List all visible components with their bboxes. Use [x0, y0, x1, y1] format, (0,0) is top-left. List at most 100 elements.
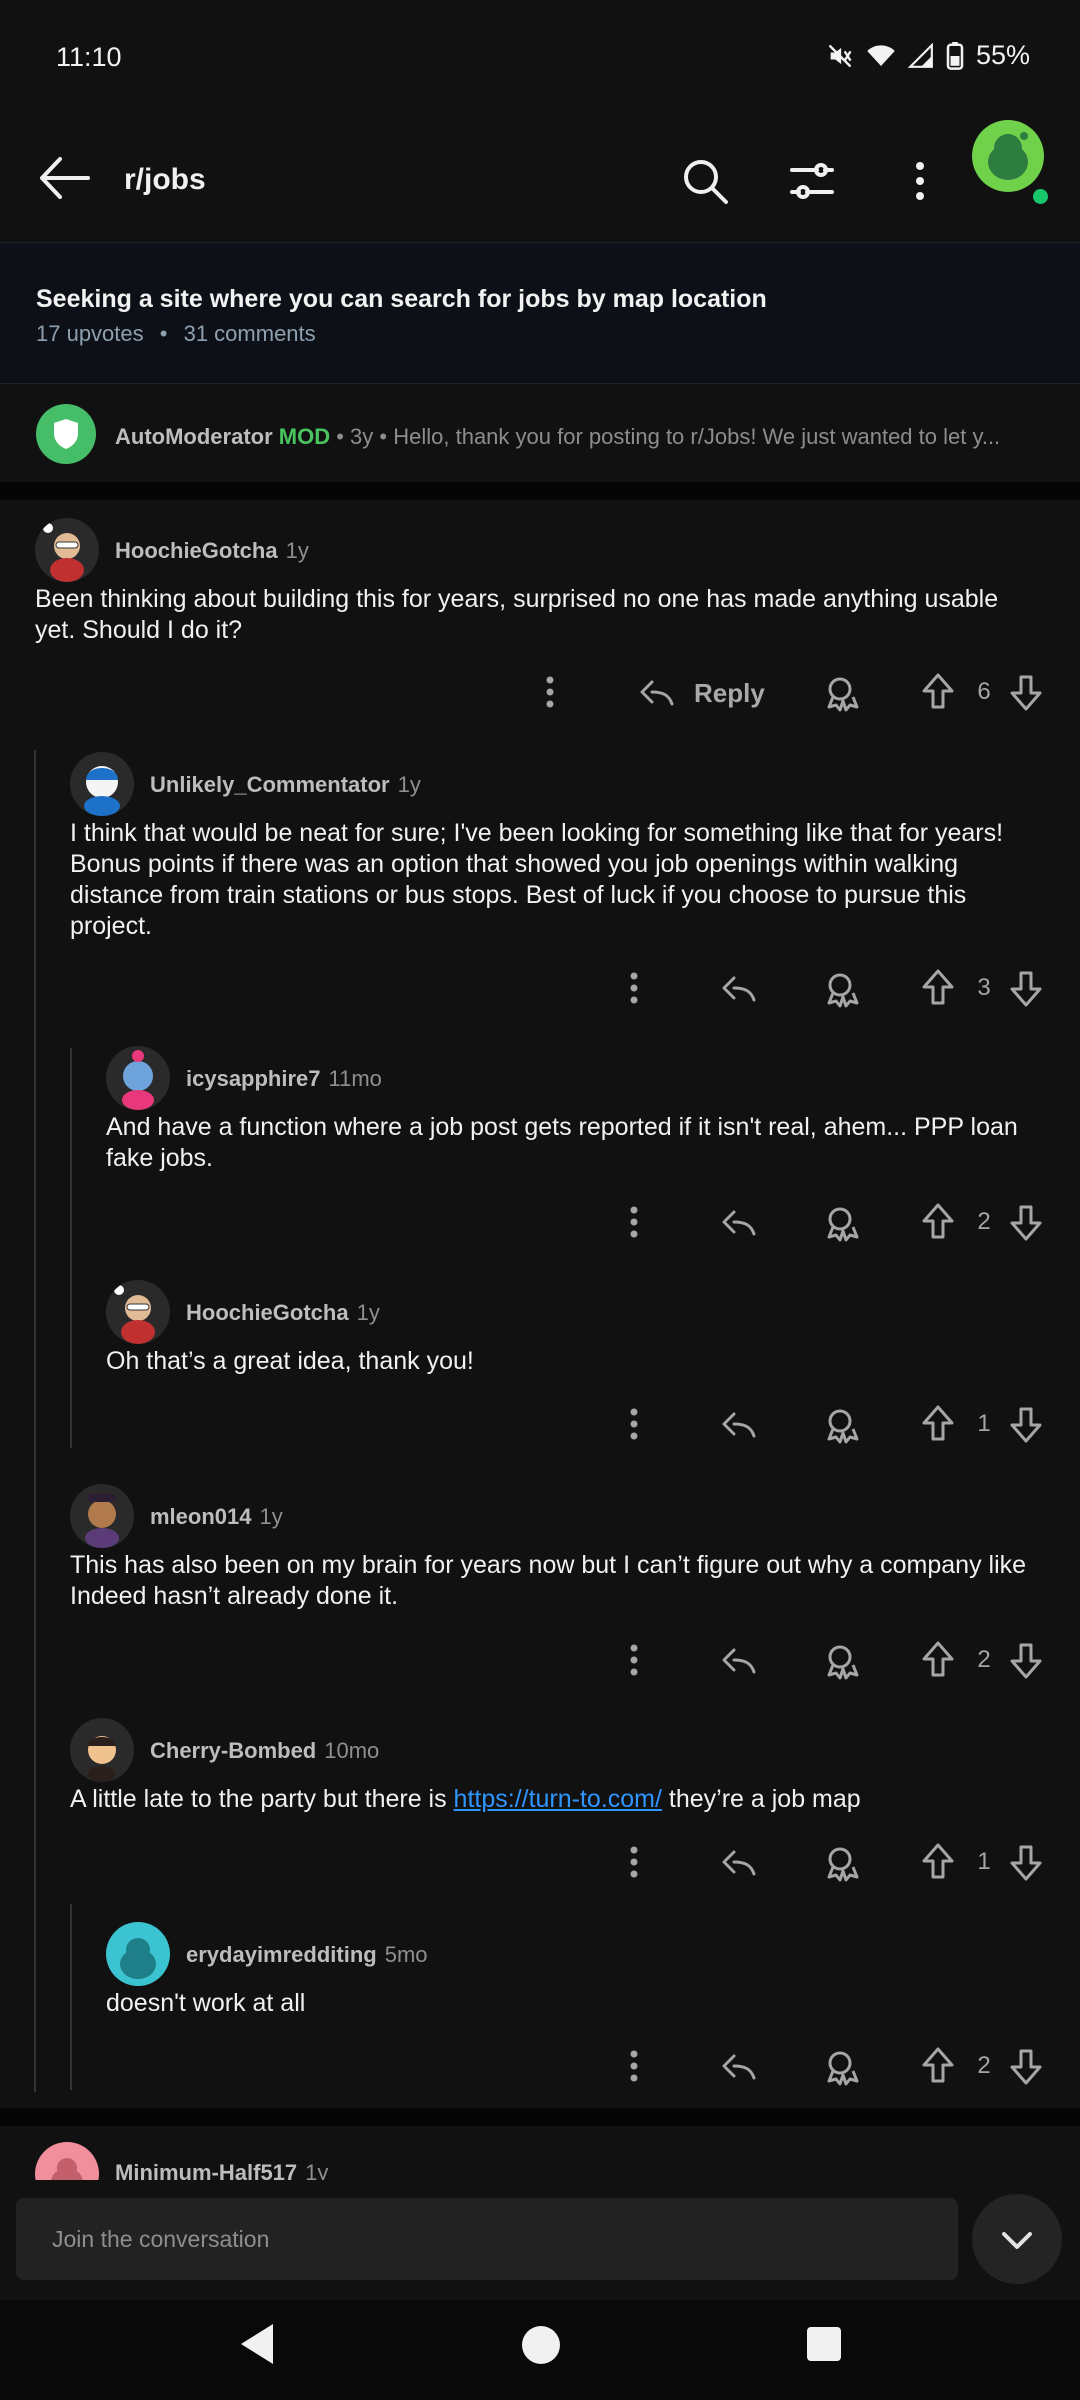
- online-status-dot: [1030, 186, 1051, 207]
- reply-icon[interactable]: [720, 1638, 760, 1682]
- battery-level: 55%: [975, 40, 1030, 70]
- more-options-icon[interactable]: [614, 1200, 654, 1244]
- comment-author[interactable]: HoochieGotcha: [115, 538, 278, 563]
- back-arrow-icon[interactable]: [36, 155, 90, 201]
- comment-author[interactable]: mleon014: [150, 1504, 252, 1529]
- comment-body: Been thinking about building this for ye…: [35, 585, 999, 644]
- subreddit-title[interactable]: r/jobs: [124, 163, 206, 197]
- more-options-icon[interactable]: [614, 2044, 654, 2088]
- vote-score: 2: [977, 1646, 991, 1673]
- commenter-avatar[interactable]: [70, 1718, 134, 1782]
- award-icon[interactable]: [820, 1840, 860, 1884]
- downvote-icon[interactable]: [1006, 2044, 1046, 2088]
- more-options-icon[interactable]: [614, 1840, 654, 1884]
- comment-author[interactable]: erydayimredditing: [186, 1942, 377, 1967]
- award-icon[interactable]: [820, 1638, 860, 1682]
- downvote-icon[interactable]: [1006, 966, 1046, 1010]
- mod-badge: MOD: [278, 424, 331, 449]
- comment-age: 1y: [285, 538, 309, 563]
- comment-age: 10mo: [324, 1738, 380, 1763]
- comment-actions: 2: [0, 2044, 1080, 2088]
- award-icon[interactable]: [820, 1200, 860, 1244]
- comment-meta: HoochieGotcha 1y: [115, 538, 309, 564]
- reply-icon[interactable]: [720, 2044, 760, 2088]
- commenter-avatar[interactable]: [106, 1922, 170, 1986]
- comment-author[interactable]: icysapphire7: [186, 1066, 321, 1091]
- downvote-icon[interactable]: [1006, 1840, 1046, 1884]
- reply-button[interactable]: Reply: [694, 678, 765, 709]
- composer-bar: Join the conversation: [0, 2180, 1080, 2300]
- upvote-icon[interactable]: [918, 1200, 958, 1244]
- comment-author[interactable]: Unlikely_Commentator: [150, 772, 390, 797]
- comment[interactable]: HoochieGotcha 1y Oh that’s a great idea, …: [0, 1280, 1080, 1450]
- comment[interactable]: erydayimredditing 5mo doesn't work at all…: [0, 1922, 1080, 2092]
- join-conversation-input[interactable]: Join the conversation: [16, 2198, 958, 2280]
- section-divider: [0, 482, 1080, 500]
- mute-icon: [828, 44, 852, 67]
- post-header[interactable]: Seeking a site where you can search for …: [0, 242, 1080, 384]
- comment-age: 1y: [356, 1300, 380, 1325]
- reply-icon[interactable]: [720, 1402, 760, 1446]
- commenter-avatar[interactable]: [106, 1280, 170, 1344]
- more-options-icon[interactable]: [614, 1402, 654, 1446]
- downvote-icon[interactable]: [1006, 1200, 1046, 1244]
- more-options-icon[interactable]: [530, 670, 570, 714]
- automoderator-name: AutoModerator: [115, 424, 273, 449]
- collapse-button[interactable]: [972, 2194, 1062, 2284]
- section-divider: [0, 2108, 1080, 2126]
- comment-meta: mleon014 1y: [150, 1504, 283, 1530]
- downvote-icon[interactable]: [1006, 1638, 1046, 1682]
- comment-meta: icysapphire7 11mo: [186, 1066, 382, 1092]
- vote-score: 2: [977, 1208, 991, 1235]
- upvote-icon[interactable]: [918, 2044, 958, 2088]
- reply-icon[interactable]: [638, 670, 678, 714]
- downvote-icon[interactable]: [1006, 670, 1046, 714]
- award-icon[interactable]: [820, 1402, 860, 1446]
- chevron-down-icon: [1002, 2232, 1032, 2249]
- comment-actions: 2: [0, 1200, 1080, 1244]
- more-options-icon[interactable]: [614, 1638, 654, 1682]
- automoderator-message: Hello, thank you for posting to r/Jobs! …: [393, 424, 1001, 449]
- reply-icon[interactable]: [720, 966, 760, 1010]
- award-icon[interactable]: [820, 966, 860, 1010]
- commenter-avatar[interactable]: [70, 1484, 134, 1548]
- nav-home-icon[interactable]: [522, 2326, 560, 2364]
- more-options-icon[interactable]: [614, 966, 654, 1010]
- user-avatar[interactable]: [972, 120, 1044, 192]
- upvote-icon[interactable]: [918, 670, 958, 714]
- reply-icon[interactable]: [720, 1840, 760, 1884]
- vote-score: 1: [977, 1848, 991, 1875]
- automoderator-comment[interactable]: AutoModerator MOD • 3y • Hello, thank yo…: [0, 384, 1080, 482]
- battery-icon: [946, 41, 964, 70]
- commenter-avatar[interactable]: [35, 518, 99, 582]
- comment[interactable]: mleon014 1y This has also been on my brai…: [0, 1484, 1080, 1684]
- comment[interactable]: Unlikely_Commentator 1y I think that woul…: [0, 752, 1080, 1008]
- comment[interactable]: HoochieGotcha 1y Been thinking about buil…: [0, 518, 1080, 728]
- comment[interactable]: icysapphire7 11mo And have a function whe…: [0, 1046, 1080, 1246]
- award-icon[interactable]: [820, 670, 860, 714]
- upvote-icon[interactable]: [918, 1638, 958, 1682]
- nav-back-icon[interactable]: [239, 2322, 275, 2366]
- upvote-icon[interactable]: [918, 1402, 958, 1446]
- commenter-avatar[interactable]: [70, 752, 134, 816]
- award-icon[interactable]: [820, 2044, 860, 2088]
- status-time: 11:10: [56, 42, 122, 72]
- vote-score: 1: [977, 1410, 991, 1437]
- search-icon[interactable]: [680, 156, 730, 206]
- comment-link[interactable]: https://turn-to.com/: [454, 1785, 662, 1813]
- commenter-avatar[interactable]: [106, 1046, 170, 1110]
- more-options-icon[interactable]: [895, 156, 945, 206]
- comment-actions: Reply 6: [0, 670, 1080, 714]
- nav-recents-icon[interactable]: [807, 2327, 841, 2361]
- comment-age: 1y: [259, 1504, 283, 1529]
- downvote-icon[interactable]: [1006, 1402, 1046, 1446]
- comment-body: This has also been on my brain for years…: [70, 1551, 1027, 1610]
- comment-author[interactable]: HoochieGotcha: [186, 1300, 349, 1325]
- post-title[interactable]: Seeking a site where you can search for …: [36, 285, 1036, 314]
- comment-author[interactable]: Cherry-Bombed: [150, 1738, 316, 1763]
- upvote-icon[interactable]: [918, 1840, 958, 1884]
- reply-icon[interactable]: [720, 1200, 760, 1244]
- filter-icon[interactable]: [787, 156, 837, 206]
- upvote-icon[interactable]: [918, 966, 958, 1010]
- comment[interactable]: Cherry-Bombed 10mo A little late to the p…: [0, 1718, 1080, 1888]
